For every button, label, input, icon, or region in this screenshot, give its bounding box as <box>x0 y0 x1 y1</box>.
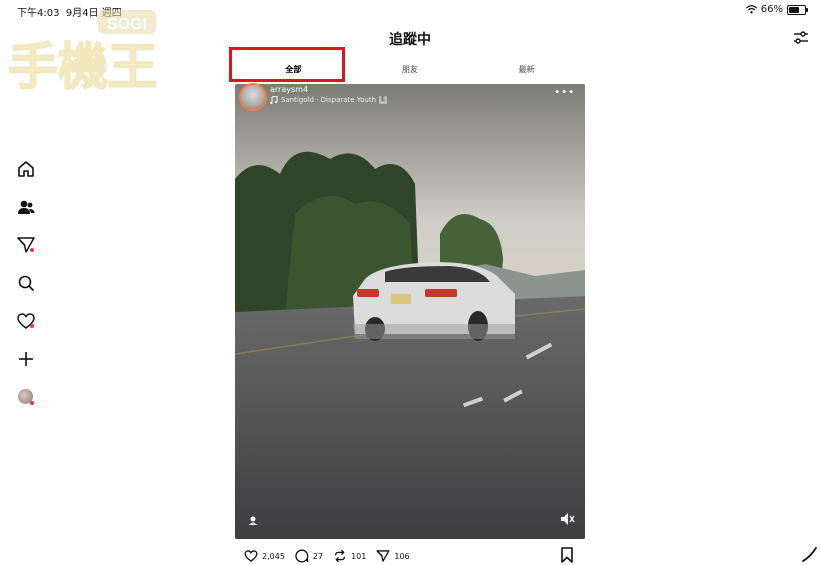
post-author-bar: arraysm4 Santigold · Disparate Youth E •… <box>241 85 581 109</box>
tab-friends[interactable]: 朋友 <box>352 58 469 82</box>
like-button[interactable]: 2,045 <box>243 548 285 564</box>
notification-dot <box>30 401 34 405</box>
wifi-icon <box>745 5 757 14</box>
home-icon[interactable] <box>15 158 37 180</box>
page-title: 追蹤中 <box>389 32 431 48</box>
comment-button[interactable]: 27 <box>294 548 323 564</box>
repost-icon <box>335 549 346 563</box>
profile-nav[interactable] <box>15 386 37 408</box>
battery-percent: 66% <box>760 4 783 15</box>
messages-nav[interactable] <box>15 234 37 256</box>
tab-latest[interactable]: 最新 <box>468 58 585 82</box>
share-count: 106 <box>394 551 410 561</box>
heart-icon <box>244 550 258 562</box>
sogi-watermark-logo: SOGI 手機王 <box>7 10 156 95</box>
comment-count: 27 <box>312 551 324 561</box>
repost-count: 101 <box>351 551 367 561</box>
post-actions: 2,045 27 101 106 <box>243 547 583 565</box>
author-avatar[interactable] <box>241 85 265 109</box>
search-icon[interactable] <box>15 272 37 294</box>
music-title: Santigold · Disparate Youth <box>281 96 377 104</box>
notification-dot <box>30 248 34 252</box>
more-options-icon[interactable]: ••• <box>554 87 575 98</box>
music-label[interactable]: Santigold · Disparate Youth E <box>270 96 388 104</box>
bookmark-icon[interactable] <box>560 547 574 563</box>
send-icon <box>376 550 390 562</box>
music-note-icon <box>270 96 278 104</box>
heart-icon <box>17 313 35 329</box>
author-username[interactable]: arraysm4 <box>270 85 308 94</box>
explicit-badge: E <box>379 96 388 104</box>
like-count: 2,045 <box>262 551 285 561</box>
repost-button[interactable]: 101 <box>332 548 366 564</box>
battery-icon <box>787 4 808 15</box>
share-button[interactable]: 106 <box>375 548 410 564</box>
plus-icon[interactable] <box>15 348 37 370</box>
activity-nav[interactable] <box>15 310 37 332</box>
pencil-icon[interactable] <box>800 545 818 563</box>
send-icon <box>17 237 35 253</box>
comment-icon <box>295 549 309 563</box>
car-image <box>353 262 515 341</box>
people-icon[interactable] <box>15 196 37 218</box>
notification-dot <box>30 324 34 328</box>
sidebar-nav <box>10 158 40 418</box>
status-indicators: 66% <box>745 4 808 15</box>
filter-icon[interactable] <box>792 29 810 47</box>
video-player[interactable] <box>235 84 585 539</box>
tab-highlight-box <box>229 47 345 82</box>
